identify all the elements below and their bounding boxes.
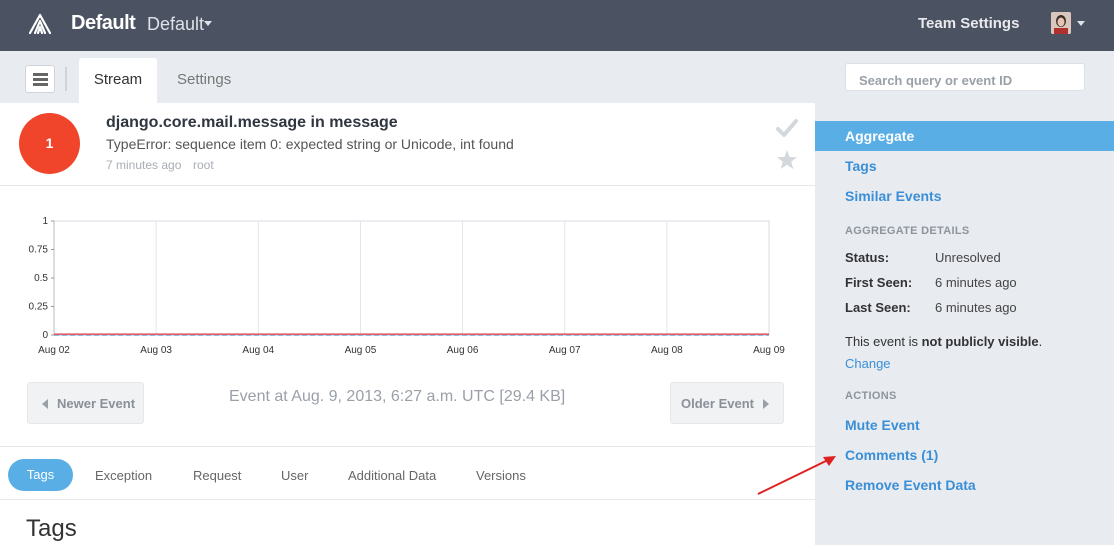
visibility-prefix: This event is xyxy=(845,334,922,349)
team-settings-link[interactable]: Team Settings xyxy=(918,15,1019,32)
event-title: django.core.mail.message in message xyxy=(106,114,398,131)
newer-event-label: Newer Event xyxy=(57,396,136,411)
event-count-badge: 1 xyxy=(19,113,80,174)
org-name[interactable]: Default xyxy=(71,12,136,35)
event-timestamp-detail: Event at Aug. 9, 2013, 6:27 a.m. UTC [29… xyxy=(229,388,566,405)
chevron-down-icon[interactable] xyxy=(1077,21,1085,26)
chart-x-tick-label: Aug 06 xyxy=(447,345,479,356)
annotation-arrow-icon xyxy=(757,456,836,495)
visibility-suffix: . xyxy=(1038,334,1043,349)
older-event-label: Older Event xyxy=(681,396,754,411)
visibility-status: not publicly visible xyxy=(921,334,1039,349)
status-value: Unresolved xyxy=(935,250,1001,265)
resolve-check-icon[interactable] xyxy=(776,118,798,138)
search-input[interactable] xyxy=(845,63,1085,91)
sentry-logo-icon[interactable] xyxy=(28,13,52,35)
avatar[interactable] xyxy=(1051,12,1071,34)
avatar-image-icon xyxy=(1051,12,1071,34)
chart-x-tick-label: Aug 07 xyxy=(549,345,581,356)
bookmark-star-icon[interactable] xyxy=(776,149,798,171)
hamburger-icon xyxy=(33,83,48,86)
last-seen-label: Last Seen: xyxy=(845,300,911,315)
main-content: 1 django.core.mail.message in message Ty… xyxy=(0,103,815,545)
chart-y-tick-label: 0 xyxy=(42,330,48,341)
event-header: 1 django.core.mail.message in message Ty… xyxy=(0,103,815,186)
project-selector[interactable]: Default xyxy=(147,14,204,35)
tab-exception[interactable]: Exception xyxy=(95,468,152,483)
chart-y-tick-label: 0.5 xyxy=(34,273,48,284)
divider xyxy=(65,67,67,91)
tab-stream[interactable]: Stream xyxy=(79,58,157,103)
chart-x-tick-label: Aug 02 xyxy=(38,345,70,356)
detail-tabs: Tags Exception Request User Additional D… xyxy=(0,446,815,500)
sub-navigation: Stream Settings xyxy=(0,51,1114,103)
remove-event-data-link[interactable]: Remove Event Data xyxy=(845,477,976,493)
first-seen-label: First Seen: xyxy=(845,275,913,290)
arrow-right-icon xyxy=(763,399,769,409)
chart-x-tick-label: Aug 04 xyxy=(242,345,274,356)
chart-y-tick-label: 0.25 xyxy=(29,302,49,313)
tab-request[interactable]: Request xyxy=(193,468,241,483)
tab-settings[interactable]: Settings xyxy=(177,71,231,88)
event-message: TypeError: sequence item 0: expected str… xyxy=(106,136,514,152)
visibility-text: This event is not publicly visible. xyxy=(845,334,1042,349)
tab-user[interactable]: User xyxy=(281,468,308,483)
chart-y-tick-label: 0.75 xyxy=(29,245,49,256)
chart-y-tick-label: 1 xyxy=(42,216,48,227)
event-user: root xyxy=(193,158,214,172)
event-sidebar: Aggregate Tags Similar Events AGGREGATE … xyxy=(815,103,1114,545)
section-title: Tags xyxy=(26,515,77,542)
chart-x-tick-label: Aug 09 xyxy=(753,345,785,356)
tab-versions[interactable]: Versions xyxy=(476,468,526,483)
chart-x-tick-label: Aug 03 xyxy=(140,345,172,356)
older-event-button[interactable]: Older Event xyxy=(670,382,784,424)
comments-link[interactable]: Comments (1) xyxy=(845,447,938,463)
actions-heading: ACTIONS xyxy=(845,390,897,402)
status-label: Status: xyxy=(845,250,890,265)
aggregate-details-heading: AGGREGATE DETAILS xyxy=(845,225,970,237)
arrow-left-icon xyxy=(42,399,48,409)
newer-event-button[interactable]: Newer Event xyxy=(27,382,144,424)
sidebar-item-aggregate[interactable]: Aggregate xyxy=(845,128,914,144)
sidebar-item-tags[interactable]: Tags xyxy=(845,158,877,174)
sidebar-item-similar-events[interactable]: Similar Events xyxy=(845,188,942,204)
mute-event-link[interactable]: Mute Event xyxy=(845,417,920,433)
event-frequency-chart: 0 0.25 0.5 0.75 1 Aug 02 Aug 03 Aug 04 Aug 05 Aug… xyxy=(29,216,786,356)
hamburger-icon xyxy=(33,78,48,81)
last-seen-value: 6 minutes ago xyxy=(935,300,1017,315)
event-timestamp: 7 minutes ago xyxy=(106,158,182,172)
hamburger-icon xyxy=(33,73,48,76)
change-visibility-link[interactable]: Change xyxy=(845,356,891,371)
menu-toggle-button[interactable] xyxy=(25,65,55,93)
first-seen-value: 6 minutes ago xyxy=(935,275,1017,290)
chevron-down-icon[interactable] xyxy=(204,21,212,26)
chart-x-tick-label: Aug 08 xyxy=(651,345,683,356)
chart-plot-area xyxy=(53,220,770,336)
tab-additional-data[interactable]: Additional Data xyxy=(348,468,436,483)
chart-x-tick-label: Aug 05 xyxy=(345,345,377,356)
top-header: Default Default Team Settings xyxy=(0,0,1114,51)
tab-tags[interactable]: Tags xyxy=(8,459,73,491)
